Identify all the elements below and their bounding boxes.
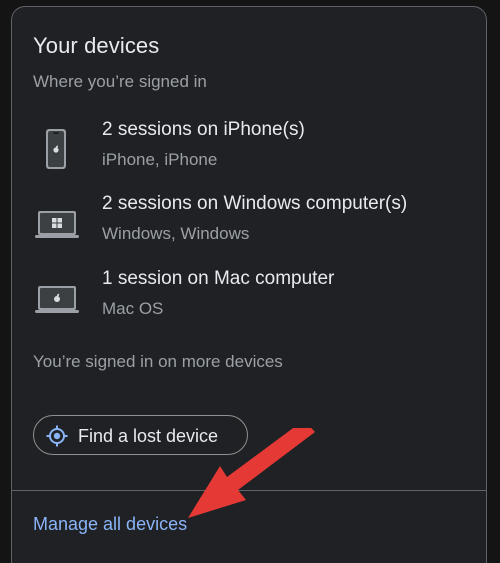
iphone-icon bbox=[46, 129, 66, 169]
locate-icon bbox=[46, 425, 68, 447]
card-subtitle: Where you’re signed in bbox=[33, 72, 207, 91]
device-item-iphone[interactable]: 2 sessions on iPhone(s) iPhone, iPhone bbox=[12, 119, 488, 179]
device-detail: Mac OS bbox=[102, 299, 164, 318]
red-arrow-icon bbox=[188, 428, 315, 518]
device-name: 2 sessions on iPhone(s) bbox=[102, 119, 305, 140]
device-name: 2 sessions on Windows computer(s) bbox=[102, 193, 408, 214]
device-item-windows[interactable]: 2 sessions on Windows computer(s) Window… bbox=[12, 193, 488, 253]
device-item-mac[interactable]: 1 session on Mac computer Mac OS bbox=[12, 268, 488, 328]
device-detail: Windows, Windows bbox=[102, 224, 250, 243]
more-devices-text: You’re signed in on more devices bbox=[33, 352, 283, 371]
card-title: Your devices bbox=[33, 33, 160, 58]
device-detail: iPhone, iPhone bbox=[102, 150, 218, 169]
windows-laptop-icon bbox=[35, 211, 79, 238]
mac-laptop-icon bbox=[35, 286, 79, 313]
page: Your devices Where you’re signed in 2 se… bbox=[0, 0, 500, 563]
manage-all-devices-link[interactable]: Manage all devices bbox=[33, 514, 187, 535]
device-name: 1 session on Mac computer bbox=[102, 268, 335, 289]
